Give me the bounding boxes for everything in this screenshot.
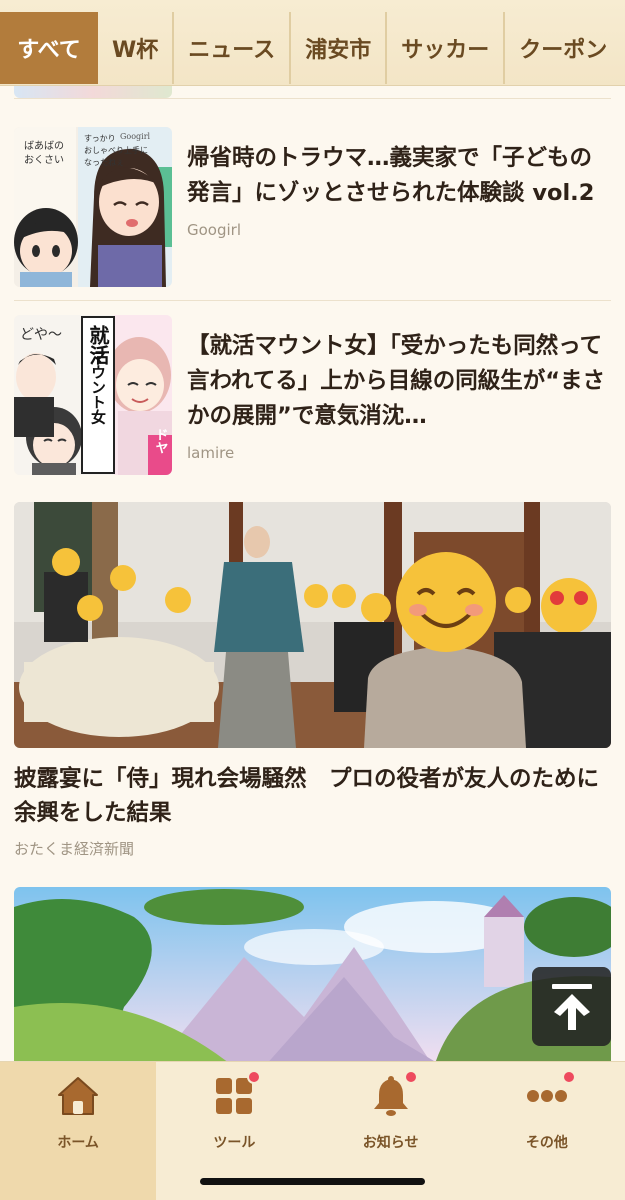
thumb-text: おくさい xyxy=(24,154,64,166)
thumb-text: どや〜 xyxy=(20,327,62,343)
featured-article[interactable]: 披露宴に「侍」現れ会場騒然 プロの役者が友人のために余興をした結果 おたくま経済… xyxy=(14,502,611,859)
thumb-text: すっかり xyxy=(84,134,116,143)
thumb-text: マウント女 xyxy=(89,350,107,426)
article-feed: ばあばの おくさい すっかり おしゃべり上手に なったねぇ Googirl 帰省… xyxy=(0,86,625,1061)
article-item-1[interactable]: ばあばの おくさい すっかり おしゃべり上手に なったねぇ Googirl 帰省… xyxy=(14,127,611,287)
article-source-2: lamire xyxy=(187,444,235,462)
featured-article-title[interactable]: 披露宴に「侍」現れ会場騒然 プロの役者が友人のために余興をした結果 xyxy=(14,762,611,830)
thumb-text: Googirl xyxy=(120,132,151,141)
home-icon xyxy=(56,1074,100,1118)
article-source-1: Googirl xyxy=(187,221,242,239)
nav-tools-label: ツール xyxy=(213,1135,256,1151)
article-item-2[interactable]: 就活 マウント女 どや〜 ドヤ 【就活マウント女】「受かったも同然って言われてる… xyxy=(14,315,611,475)
grid-icon xyxy=(212,1070,262,1118)
article-title-2[interactable]: 【就活マウント女】「受かったも同然って言われてる」上から目線の同級生が“まさかの… xyxy=(187,329,611,434)
featured-article-image[interactable] xyxy=(14,502,611,748)
divider xyxy=(14,300,611,301)
article-thumbnail-2[interactable]: 就活 マウント女 どや〜 ドヤ xyxy=(14,315,172,475)
home-indicator xyxy=(200,1178,425,1185)
thumb-text: ドヤ xyxy=(153,428,169,454)
tab-urayasu[interactable]: 浦安市 xyxy=(291,12,388,84)
tab-all[interactable]: すべて xyxy=(0,12,98,84)
nav-notifications-label: お知らせ xyxy=(362,1135,419,1151)
thumb-text: なったねぇ xyxy=(84,158,124,167)
tab-soccer[interactable]: サッカー xyxy=(387,12,506,84)
divider xyxy=(14,98,611,99)
tab-news[interactable]: ニュース xyxy=(174,12,292,84)
category-tabs: すべて W杯 ニュース 浦安市 サッカー クーポン xyxy=(0,0,625,86)
article-title-1[interactable]: 帰省時のトラウマ…義実家で「子どもの発言」にゾッとさせられた体験談 vol.2 xyxy=(187,141,611,211)
nav-home[interactable]: ホーム xyxy=(0,1062,157,1200)
nav-more[interactable]: その他 xyxy=(469,1062,625,1200)
tab-coupon[interactable]: クーポン xyxy=(505,12,621,84)
nav-more-label: その他 xyxy=(525,1135,568,1151)
tab-world-cup[interactable]: W杯 xyxy=(98,12,175,84)
article-thumbnail-1[interactable]: ばあばの おくさい すっかり おしゃべり上手に なったねぇ Googirl xyxy=(14,127,172,287)
previous-article-thumbnail[interactable] xyxy=(14,86,172,98)
notification-badge xyxy=(403,1070,418,1084)
thumb-text: おしゃべり上手に xyxy=(84,145,148,155)
more-icon xyxy=(525,1070,576,1118)
bell-icon xyxy=(369,1070,418,1118)
nav-home-label: ホーム xyxy=(57,1135,99,1151)
notification-badge xyxy=(561,1070,576,1084)
arrow-up-to-line-icon xyxy=(551,983,592,1030)
notification-badge xyxy=(247,1070,262,1084)
ad-banner-image[interactable] xyxy=(14,887,611,1061)
scroll-to-top-button[interactable] xyxy=(532,967,611,1046)
thumb-text: ばあばの xyxy=(24,140,64,152)
featured-article-source: おたくま経済新聞 xyxy=(14,840,135,858)
